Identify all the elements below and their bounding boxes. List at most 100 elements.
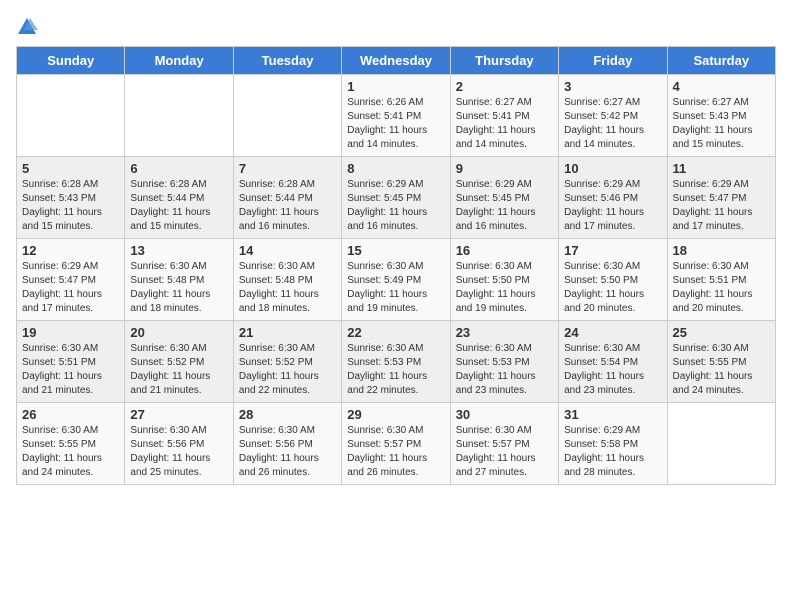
- calendar-cell: 16 Sunrise: 6:30 AMSunset: 5:50 PMDayligh…: [450, 239, 558, 321]
- day-detail: Sunrise: 6:29 AMSunset: 5:58 PMDaylight:…: [564, 424, 661, 480]
- day-number: 3: [564, 79, 661, 94]
- calendar-cell: 13Sunrise: 6:30 AMSunset: 5:48 PMDayligh…: [125, 239, 233, 321]
- day-number: 25: [673, 325, 770, 340]
- day-number: 11: [673, 161, 770, 176]
- day-detail: Sunrise: 6:29 AMSunset: 5:47 PMDaylight:…: [673, 178, 770, 234]
- day-number: 1: [347, 79, 444, 94]
- day-detail: Sunrise: 6:27 AMSunset: 5:42 PMDaylight:…: [564, 96, 661, 152]
- day-detail: Sunrise: 6:29 AMSunset: 5:46 PMDaylight:…: [564, 178, 661, 234]
- day-detail: Sunrise: 6:26 AMSunset: 5:41 PMDaylight:…: [347, 96, 444, 152]
- day-detail: Sunrise: 6:30 AMSunset: 5:50 PMDaylight:…: [456, 260, 553, 316]
- day-number: 18: [673, 243, 770, 258]
- day-detail: Sunrise: 6:30 AMSunset: 5:52 PMDaylight:…: [239, 342, 336, 398]
- day-detail: Sunrise: 6:30 AMSunset: 5:53 PMDaylight:…: [347, 342, 444, 398]
- day-number: 6: [130, 161, 227, 176]
- calendar-cell: 15 Sunrise: 6:30 AMSunset: 5:49 PMDayligh…: [342, 239, 450, 321]
- day-number: 10: [564, 161, 661, 176]
- calendar-cell: 31 Sunrise: 6:29 AMSunset: 5:58 PMDayligh…: [559, 403, 667, 485]
- calendar-cell: 17 Sunrise: 6:30 AMSunset: 5:50 PMDayligh…: [559, 239, 667, 321]
- calendar-cell: [667, 403, 775, 485]
- day-number: 4: [673, 79, 770, 94]
- calendar-cell: 3 Sunrise: 6:27 AMSunset: 5:42 PMDaylight…: [559, 75, 667, 157]
- calendar-cell: 1 Sunrise: 6:26 AMSunset: 5:41 PMDaylight…: [342, 75, 450, 157]
- calendar-cell: 11 Sunrise: 6:29 AMSunset: 5:47 PMDayligh…: [667, 157, 775, 239]
- weekday-header-row: SundayMondayTuesdayWednesdayThursdayFrid…: [17, 47, 776, 75]
- day-detail: Sunrise: 6:30 AMSunset: 5:49 PMDaylight:…: [347, 260, 444, 316]
- day-number: 15: [347, 243, 444, 258]
- day-detail: Sunrise: 6:29 AMSunset: 5:45 PMDaylight:…: [456, 178, 553, 234]
- calendar-cell: 28 Sunrise: 6:30 AMSunset: 5:56 PMDayligh…: [233, 403, 341, 485]
- day-detail: Sunrise: 6:30 AMSunset: 5:52 PMDaylight:…: [130, 342, 227, 398]
- calendar-cell: [233, 75, 341, 157]
- day-number: 9: [456, 161, 553, 176]
- calendar-cell: 7 Sunrise: 6:28 AMSunset: 5:44 PMDaylight…: [233, 157, 341, 239]
- day-number: 24: [564, 325, 661, 340]
- day-number: 13: [130, 243, 227, 258]
- calendar-week-row: 26 Sunrise: 6:30 AMSunset: 5:55 PMDayligh…: [17, 403, 776, 485]
- day-number: 8: [347, 161, 444, 176]
- calendar-cell: 24 Sunrise: 6:30 AMSunset: 5:54 PMDayligh…: [559, 321, 667, 403]
- day-detail: Sunrise: 6:30 AMSunset: 5:51 PMDaylight:…: [673, 260, 770, 316]
- day-number: 5: [22, 161, 119, 176]
- calendar-cell: 22 Sunrise: 6:30 AMSunset: 5:53 PMDayligh…: [342, 321, 450, 403]
- day-number: 31: [564, 407, 661, 422]
- day-number: 2: [456, 79, 553, 94]
- day-detail: Sunrise: 6:30 AMSunset: 5:55 PMDaylight:…: [673, 342, 770, 398]
- day-detail: Sunrise: 6:30 AMSunset: 5:54 PMDaylight:…: [564, 342, 661, 398]
- day-number: 21: [239, 325, 336, 340]
- day-number: 14: [239, 243, 336, 258]
- day-number: 16: [456, 243, 553, 258]
- calendar-week-row: 19 Sunrise: 6:30 AMSunset: 5:51 PMDayligh…: [17, 321, 776, 403]
- calendar-cell: 27 Sunrise: 6:30 AMSunset: 5:56 PMDayligh…: [125, 403, 233, 485]
- calendar-cell: 8 Sunrise: 6:29 AMSunset: 5:45 PMDaylight…: [342, 157, 450, 239]
- day-number: 23: [456, 325, 553, 340]
- calendar-cell: 5Sunrise: 6:28 AMSunset: 5:43 PMDaylight…: [17, 157, 125, 239]
- day-detail: Sunrise: 6:30 AMSunset: 5:48 PMDaylight:…: [239, 260, 336, 316]
- weekday-header-monday: Monday: [125, 47, 233, 75]
- day-number: 29: [347, 407, 444, 422]
- day-detail: Sunrise: 6:30 AMSunset: 5:50 PMDaylight:…: [564, 260, 661, 316]
- day-detail: Sunrise: 6:29 AMSunset: 5:45 PMDaylight:…: [347, 178, 444, 234]
- calendar-cell: 2Sunrise: 6:27 AMSunset: 5:41 PMDaylight…: [450, 75, 558, 157]
- calendar-cell: 25 Sunrise: 6:30 AMSunset: 5:55 PMDayligh…: [667, 321, 775, 403]
- day-number: 12: [22, 243, 119, 258]
- logo-icon: [16, 16, 38, 38]
- calendar-cell: 26 Sunrise: 6:30 AMSunset: 5:55 PMDayligh…: [17, 403, 125, 485]
- calendar-cell: 21 Sunrise: 6:30 AMSunset: 5:52 PMDayligh…: [233, 321, 341, 403]
- day-detail: Sunrise: 6:30 AMSunset: 5:57 PMDaylight:…: [347, 424, 444, 480]
- day-detail: Sunrise: 6:30 AMSunset: 5:55 PMDaylight:…: [22, 424, 119, 480]
- day-detail: Sunrise: 6:28 AMSunset: 5:44 PMDaylight:…: [239, 178, 336, 234]
- calendar-cell: 18 Sunrise: 6:30 AMSunset: 5:51 PMDayligh…: [667, 239, 775, 321]
- day-number: 7: [239, 161, 336, 176]
- weekday-header-sunday: Sunday: [17, 47, 125, 75]
- calendar-cell: 6Sunrise: 6:28 AMSunset: 5:44 PMDaylight…: [125, 157, 233, 239]
- calendar-week-row: 5Sunrise: 6:28 AMSunset: 5:43 PMDaylight…: [17, 157, 776, 239]
- day-detail: Sunrise: 6:30 AMSunset: 5:53 PMDaylight:…: [456, 342, 553, 398]
- calendar-cell: 30Sunrise: 6:30 AMSunset: 5:57 PMDayligh…: [450, 403, 558, 485]
- day-number: 28: [239, 407, 336, 422]
- calendar-cell: 4 Sunrise: 6:27 AMSunset: 5:43 PMDaylight…: [667, 75, 775, 157]
- day-detail: Sunrise: 6:30 AMSunset: 5:56 PMDaylight:…: [239, 424, 336, 480]
- day-number: 26: [22, 407, 119, 422]
- day-detail: Sunrise: 6:27 AMSunset: 5:43 PMDaylight:…: [673, 96, 770, 152]
- logo: [16, 16, 38, 38]
- day-number: 17: [564, 243, 661, 258]
- day-detail: Sunrise: 6:30 AMSunset: 5:56 PMDaylight:…: [130, 424, 227, 480]
- calendar-week-row: 12 Sunrise: 6:29 AMSunset: 5:47 PMDayligh…: [17, 239, 776, 321]
- day-detail: Sunrise: 6:30 AMSunset: 5:51 PMDaylight:…: [22, 342, 119, 398]
- calendar-cell: 14 Sunrise: 6:30 AMSunset: 5:48 PMDayligh…: [233, 239, 341, 321]
- calendar-week-row: 1 Sunrise: 6:26 AMSunset: 5:41 PMDaylight…: [17, 75, 776, 157]
- calendar-table: SundayMondayTuesdayWednesdayThursdayFrid…: [16, 46, 776, 485]
- day-number: 19: [22, 325, 119, 340]
- day-number: 27: [130, 407, 227, 422]
- weekday-header-wednesday: Wednesday: [342, 47, 450, 75]
- day-number: 22: [347, 325, 444, 340]
- weekday-header-friday: Friday: [559, 47, 667, 75]
- day-number: 20: [130, 325, 227, 340]
- calendar-cell: 19 Sunrise: 6:30 AMSunset: 5:51 PMDayligh…: [17, 321, 125, 403]
- page-header: [16, 16, 776, 38]
- day-detail: Sunrise: 6:29 AMSunset: 5:47 PMDaylight:…: [22, 260, 119, 316]
- calendar-cell: 20 Sunrise: 6:30 AMSunset: 5:52 PMDayligh…: [125, 321, 233, 403]
- day-detail: Sunrise: 6:30 AMSunset: 5:57 PMDaylight:…: [456, 424, 553, 480]
- calendar-cell: [125, 75, 233, 157]
